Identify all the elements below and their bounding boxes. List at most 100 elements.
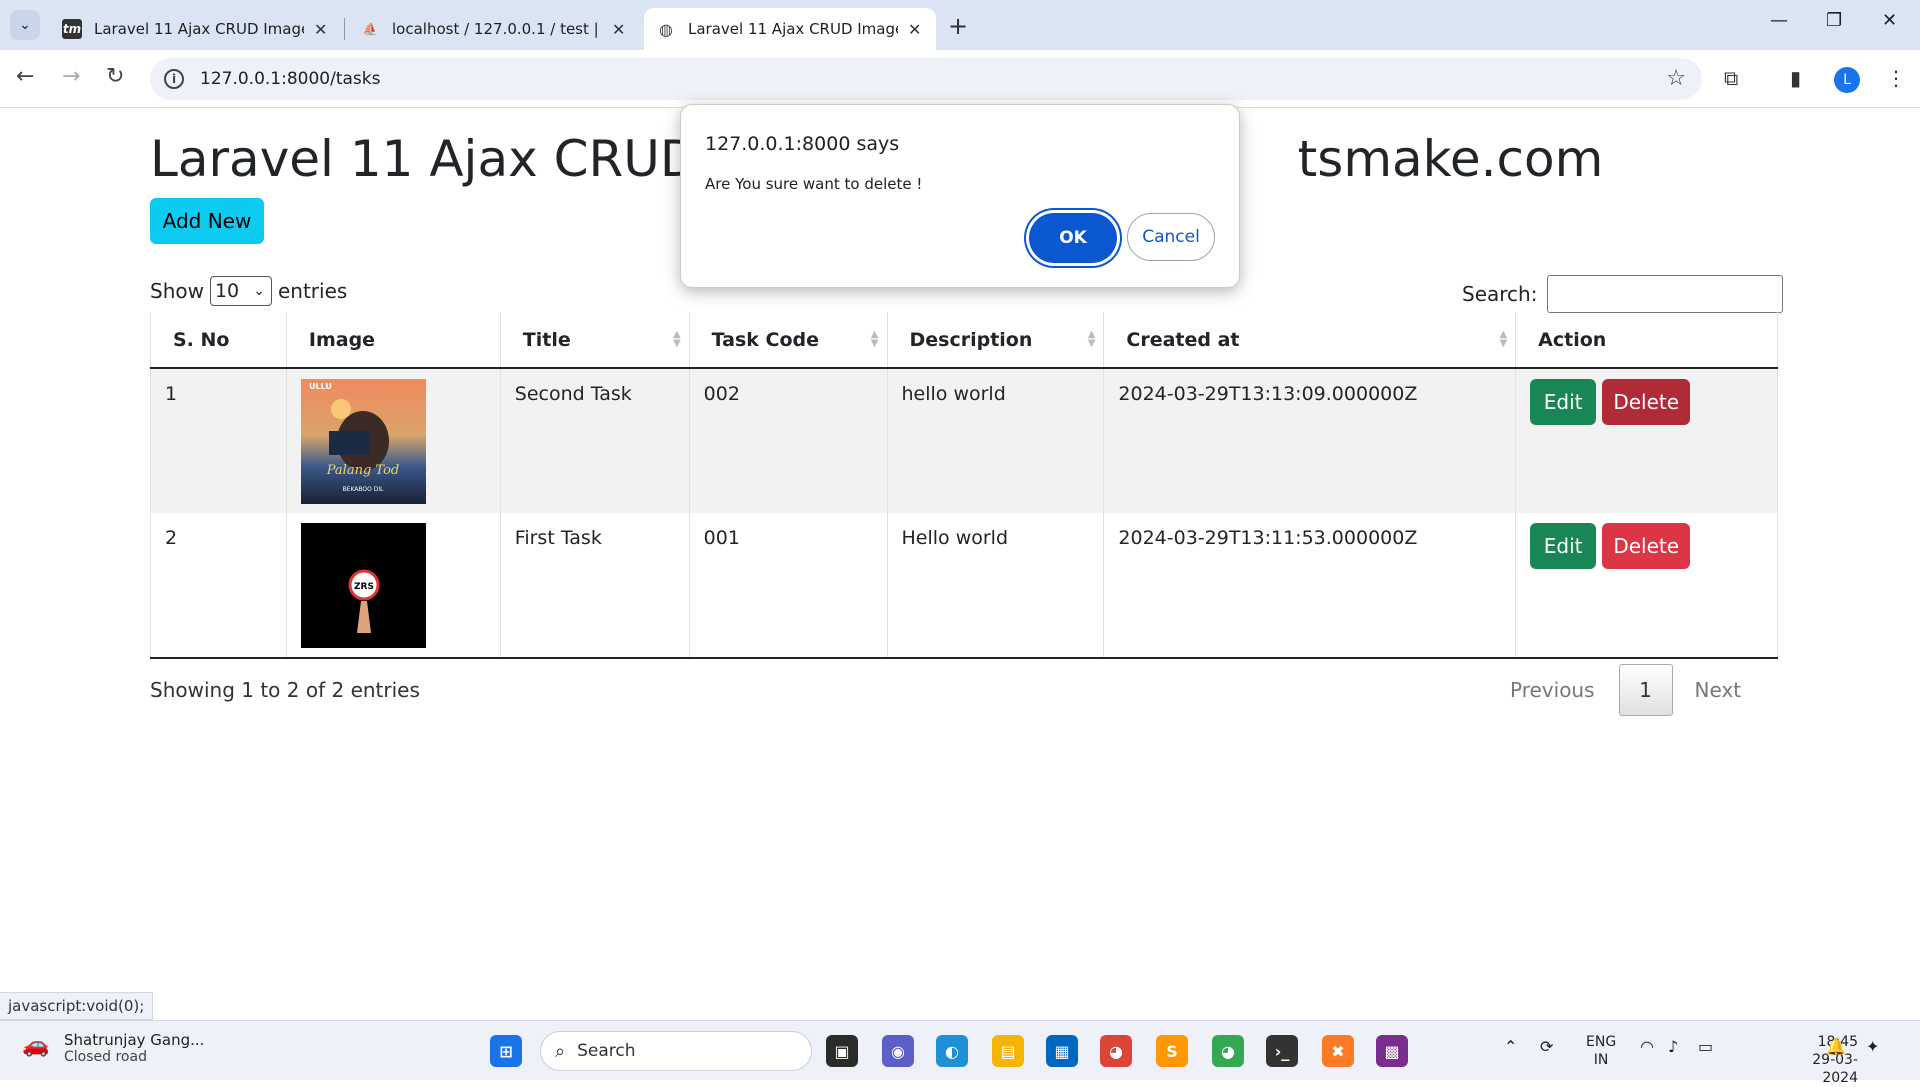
chevron-down-icon: ⌄ bbox=[19, 17, 31, 33]
status-bar-url: javascript:void(0); bbox=[0, 992, 154, 1020]
cell-action: Edit Delete bbox=[1515, 513, 1778, 659]
entries-label: entries bbox=[277, 279, 348, 303]
task-view-icon[interactable]: ▣ bbox=[826, 1035, 858, 1067]
sync-icon[interactable]: ⟳ bbox=[1540, 1037, 1553, 1056]
close-window-icon[interactable]: ✕ bbox=[1882, 10, 1897, 31]
logo-thumbnail-image: ZRS bbox=[300, 523, 426, 648]
close-tab-icon[interactable]: ✕ bbox=[908, 20, 921, 39]
address-bar[interactable]: i 127.0.0.1:8000/tasks ☆ bbox=[150, 58, 1702, 100]
column-header-label: Task Code bbox=[711, 328, 820, 351]
svg-text:BEKABOO DIL: BEKABOO DIL bbox=[342, 486, 384, 493]
weather-title: Shatrunjay Gang... bbox=[64, 1031, 205, 1049]
table-header-row: S. No Image Title ▲ ▼ Task Code ▲ ▼ Descript… bbox=[150, 312, 1778, 369]
tab-divider bbox=[344, 18, 345, 40]
microsoft-store-icon[interactable]: ▦ bbox=[1046, 1035, 1078, 1067]
sublime-text-icon[interactable]: S bbox=[1156, 1035, 1188, 1067]
column-header-sno[interactable]: S. No bbox=[150, 312, 287, 369]
previous-page-button[interactable]: Previous bbox=[1510, 678, 1595, 702]
file-explorer-icon[interactable]: ▤ bbox=[992, 1035, 1024, 1067]
ok-button[interactable]: OK bbox=[1029, 213, 1117, 263]
column-header-title[interactable]: Title ▲ ▼ bbox=[499, 312, 690, 369]
sort-arrows-icon: ▲ ▼ bbox=[672, 329, 681, 349]
volume-icon[interactable]: ♪ bbox=[1668, 1037, 1678, 1056]
confirm-dialog: 127.0.0.1:8000 says Are You sure want to… bbox=[680, 104, 1240, 288]
new-tab-button[interactable]: + bbox=[948, 12, 968, 40]
close-tab-icon[interactable]: ✕ bbox=[612, 20, 625, 39]
chrome-profile-l-icon[interactable]: ◕ bbox=[1212, 1035, 1244, 1067]
svg-text:Palang Tod: Palang Tod bbox=[326, 463, 399, 478]
restore-icon[interactable]: ❐ bbox=[1826, 10, 1842, 31]
clock-time: 18:45 bbox=[1817, 1034, 1858, 1050]
url-text[interactable]: 127.0.0.1:8000/tasks bbox=[200, 69, 380, 89]
search-label: Search: bbox=[1462, 282, 1538, 306]
sort-arrows-icon: ▲ ▼ bbox=[1087, 329, 1096, 349]
traffic-car-icon: 🚗 bbox=[22, 1033, 50, 1058]
entries-length-control: Show 10 ⌄ entries bbox=[150, 276, 347, 306]
tab-phpmyadmin[interactable]: ⛵ localhost / 127.0.0.1 / test | php ✕ bbox=[348, 8, 640, 50]
cell-sno: 1 bbox=[150, 368, 287, 513]
wifi-icon[interactable]: ◠ bbox=[1640, 1037, 1654, 1056]
tasks-table: S. No Image Title ▲ ▼ Task Code ▲ ▼ Descript… bbox=[150, 312, 1778, 659]
tab-title: Laravel 11 Ajax CRUD Image Up bbox=[94, 20, 304, 38]
forward-arrow-icon[interactable]: → bbox=[62, 64, 80, 89]
column-header-created-at[interactable]: Created at ▲ ▼ bbox=[1103, 312, 1516, 369]
add-new-button[interactable]: Add New bbox=[150, 198, 264, 244]
taskbar-search[interactable]: ⌕ Search bbox=[540, 1031, 812, 1071]
entries-select[interactable]: 10 ⌄ bbox=[209, 276, 272, 306]
close-tab-icon[interactable]: ✕ bbox=[314, 20, 327, 39]
tab-laravel-crud-active[interactable]: ◍ Laravel 11 Ajax CRUD Image Up ✕ bbox=[644, 8, 936, 50]
start-windows-icon[interactable]: ⊞ bbox=[490, 1035, 522, 1067]
cell-task-code: 002 bbox=[688, 368, 887, 513]
site-info-icon[interactable]: i bbox=[164, 69, 184, 89]
bookmark-star-icon[interactable]: ☆ bbox=[1666, 66, 1686, 91]
xampp-icon[interactable]: ✖ bbox=[1322, 1035, 1354, 1067]
entries-select-value: 10 bbox=[214, 280, 240, 302]
search-input[interactable] bbox=[1547, 275, 1784, 313]
tab-search-button[interactable]: ⌄ bbox=[10, 10, 40, 40]
edit-button[interactable]: Edit bbox=[1530, 523, 1597, 569]
tutsmake-favicon-icon: tm bbox=[62, 19, 82, 39]
side-panel-icon[interactable]: ▮ bbox=[1790, 66, 1801, 90]
column-header-label: Image bbox=[308, 328, 376, 351]
chrome-profile-b-icon[interactable]: ◕ bbox=[1100, 1035, 1132, 1067]
table-row: 1 Palang Tod BEKABOO DIL ULLU Second Tas… bbox=[150, 368, 1778, 513]
terminal-icon[interactable]: ›_ bbox=[1266, 1035, 1298, 1067]
copilot-icon[interactable]: ✦ bbox=[1866, 1037, 1879, 1056]
cancel-button[interactable]: Cancel bbox=[1127, 213, 1215, 261]
language-code: ENG bbox=[1586, 1034, 1617, 1050]
delete-button[interactable]: Delete bbox=[1602, 379, 1691, 425]
back-arrow-icon[interactable]: ← bbox=[16, 64, 34, 89]
column-header-task-code[interactable]: Task Code ▲ ▼ bbox=[688, 312, 887, 369]
globe-icon: ◍ bbox=[659, 19, 673, 39]
weather-widget[interactable]: 🚗 Shatrunjay Gang... Closed road bbox=[22, 1031, 204, 1065]
extensions-icon[interactable]: ⧉ bbox=[1724, 66, 1738, 90]
battery-icon[interactable]: ▭ bbox=[1698, 1037, 1713, 1056]
notification-bell-icon[interactable]: 🔔 bbox=[1826, 1037, 1846, 1056]
cell-action: Edit Delete bbox=[1515, 368, 1778, 513]
column-header-image[interactable]: Image bbox=[285, 312, 501, 369]
minimize-icon[interactable]: — bbox=[1770, 10, 1788, 31]
cell-created-at: 2024-03-29T13:13:09.000000Z bbox=[1103, 368, 1516, 513]
reload-icon[interactable]: ↻ bbox=[106, 64, 124, 89]
teams-icon[interactable]: ▩ bbox=[1376, 1035, 1408, 1067]
language-indicator[interactable]: ENG IN bbox=[1586, 1033, 1616, 1069]
teams-chat-icon[interactable]: ◉ bbox=[882, 1035, 914, 1067]
chevron-up-icon[interactable]: ⌃ bbox=[1504, 1037, 1517, 1056]
pagination: Previous 1 Next bbox=[1510, 664, 1741, 716]
column-header-description[interactable]: Description ▲ ▼ bbox=[886, 312, 1104, 369]
tab-laravel-crud-1[interactable]: tm Laravel 11 Ajax CRUD Image Up ✕ bbox=[50, 8, 340, 50]
next-page-button[interactable]: Next bbox=[1695, 678, 1742, 702]
clock[interactable]: 18:45 29-03-2024 bbox=[1778, 1033, 1858, 1087]
cell-description: Hello world bbox=[886, 513, 1104, 659]
svg-text:ULLU: ULLU bbox=[309, 382, 332, 391]
poster-thumbnail-image: Palang Tod BEKABOO DIL ULLU bbox=[300, 379, 426, 504]
profile-avatar[interactable]: L bbox=[1834, 67, 1860, 93]
edit-button[interactable]: Edit bbox=[1530, 379, 1597, 425]
phpmyadmin-favicon-icon: ⛵ bbox=[362, 22, 378, 36]
edge-browser-icon[interactable]: ◐ bbox=[936, 1035, 968, 1067]
delete-button[interactable]: Delete bbox=[1602, 523, 1691, 569]
page-1-button[interactable]: 1 bbox=[1618, 664, 1673, 716]
clock-date: 29-03-2024 bbox=[1812, 1052, 1858, 1086]
sort-arrows-icon: ▲ ▼ bbox=[1499, 329, 1508, 349]
menu-kebab-icon[interactable]: ⋮ bbox=[1886, 66, 1906, 90]
